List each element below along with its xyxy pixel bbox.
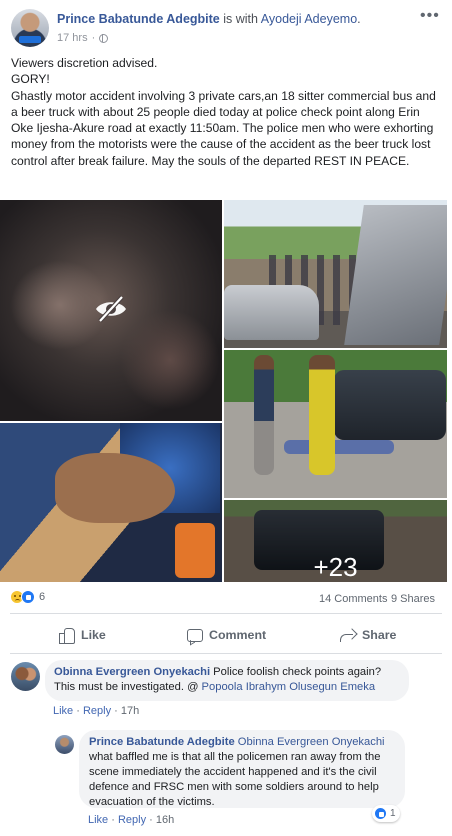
reply-reaction-badge[interactable]: 1	[372, 805, 400, 822]
reply-actions-sep: ·	[111, 814, 115, 826]
author-name[interactable]: Prince Babatunde Adegbite	[57, 12, 220, 26]
divider	[10, 653, 442, 654]
post-text: Viewers discretion advised. GORY! Ghastl…	[11, 55, 441, 169]
photo-closeup[interactable]	[0, 423, 222, 582]
eye-slash-icon	[96, 295, 126, 323]
like-label: Like	[81, 628, 106, 642]
reply-actions: Like · Reply · 16h	[88, 814, 174, 826]
thumbs-up-icon	[58, 627, 75, 644]
commenter-name[interactable]: Obinna Evergreen Onyekachi	[54, 666, 210, 678]
post-header: Prince Babatunde Adegbite is with Ayodej…	[0, 0, 452, 52]
share-label: Share	[362, 628, 397, 642]
period-text: .	[357, 12, 361, 26]
post-actions: Like Comment Share	[0, 618, 452, 652]
divider	[10, 613, 442, 614]
comments-count[interactable]: 14 Comments	[319, 593, 387, 605]
reply-text: what baffled me is that all the policeme…	[89, 751, 381, 808]
share-icon	[339, 627, 356, 644]
photo-object	[175, 523, 215, 578]
photo-person	[309, 355, 335, 475]
reply-actions-sep: ·	[149, 814, 153, 826]
photo-car	[334, 370, 446, 440]
photo-car	[224, 285, 319, 340]
post-meta: 17 hrs ·	[57, 32, 109, 44]
more-options-icon[interactable]: •••	[420, 8, 440, 24]
meta-separator: ·	[91, 32, 96, 44]
photo-victim	[284, 440, 394, 454]
like-icon	[374, 807, 387, 820]
photo-sensitive-blurred[interactable]	[0, 200, 222, 421]
commenter-avatar[interactable]	[11, 662, 40, 691]
blur-area	[120, 310, 220, 410]
photo-roadside-victims[interactable]	[224, 350, 447, 498]
globe-icon[interactable]	[99, 33, 109, 43]
photo-person	[254, 355, 274, 475]
share-button[interactable]: Share	[339, 618, 396, 652]
reply-reaction-count: 1	[390, 808, 396, 819]
post-time[interactable]: 17 hrs	[57, 32, 88, 44]
post-stats: 6 14 Comments 9 Shares	[0, 588, 452, 608]
post-text-line: Viewers discretion advised.	[11, 56, 158, 70]
author-avatar[interactable]	[11, 9, 49, 47]
photo-grid: +23	[0, 200, 452, 582]
avatar-badge	[19, 36, 41, 43]
comment-label: Comment	[209, 628, 267, 642]
reply-bubble: Prince Babatunde Adegbite Obinna Evergre…	[79, 730, 405, 808]
photo-truck-wreck[interactable]	[224, 200, 447, 348]
comment-actions: Like · Reply · 17h	[53, 705, 139, 717]
reply-like-link[interactable]: Like	[88, 814, 108, 826]
comment-bubble: Obinna Evergreen Onyekachi Police foolis…	[45, 660, 409, 701]
post-text-line: GORY!	[11, 72, 50, 87]
reaction-count: 6	[39, 591, 46, 603]
reply-reply-link[interactable]: Reply	[118, 814, 146, 826]
more-photos-count[interactable]: +23	[224, 500, 447, 582]
reaction-summary[interactable]: 6	[10, 590, 45, 604]
shares-count[interactable]: 9 Shares	[391, 593, 435, 605]
comment-button[interactable]: Comment	[186, 618, 266, 652]
post-text-line: Ghastly motor accident involving 3 priva…	[11, 88, 440, 168]
comment-reply-link[interactable]: Reply	[83, 705, 111, 717]
author-line: Prince Babatunde Adegbite is with Ayodej…	[57, 12, 361, 26]
comment-like-link[interactable]: Like	[53, 705, 73, 717]
comment-time[interactable]: 17h	[121, 705, 139, 717]
mention-link[interactable]: Popoola Ibrahym Olusegun Emeka	[202, 681, 376, 693]
comment-actions-sep: ·	[76, 705, 80, 717]
reply-avatar[interactable]	[55, 735, 74, 754]
mention-link[interactable]: Obinna Evergreen Onyekachi	[238, 736, 385, 748]
reply-author-name[interactable]: Prince Babatunde Adegbite	[89, 736, 235, 748]
photo-truck	[344, 205, 447, 345]
reply-time[interactable]: 16h	[156, 814, 174, 826]
comment-icon	[186, 627, 203, 644]
with-text: is with	[223, 12, 258, 26]
tagged-person[interactable]: Ayodeji Adeyemo	[261, 12, 357, 26]
comment-actions-sep: ·	[114, 705, 118, 717]
like-icon	[21, 590, 35, 604]
like-button[interactable]: Like	[58, 618, 106, 652]
